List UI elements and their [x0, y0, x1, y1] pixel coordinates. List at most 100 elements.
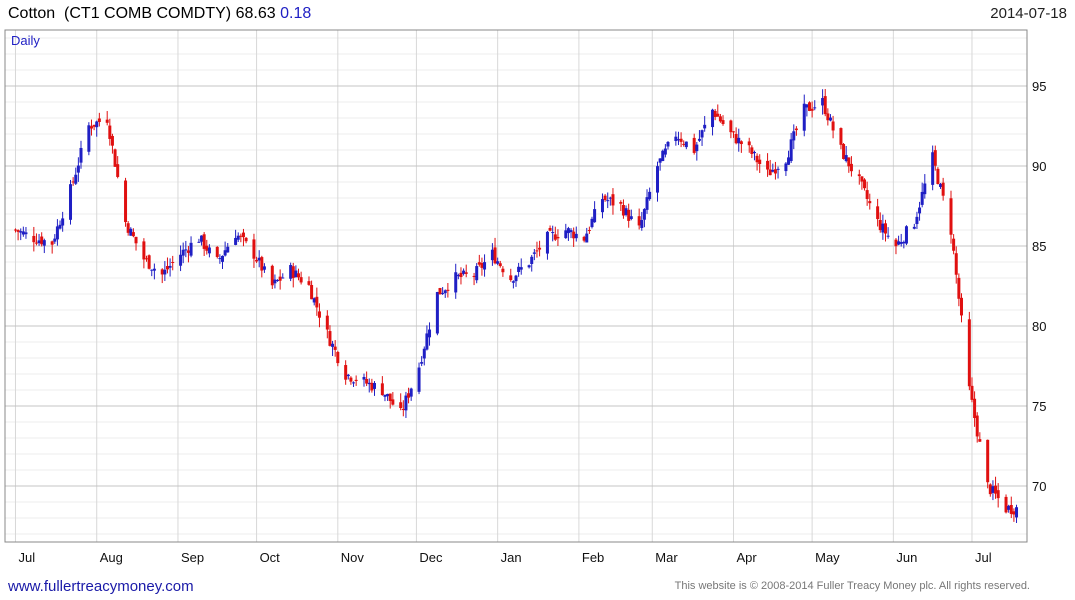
candle-body	[435, 292, 439, 334]
candle-body	[828, 117, 832, 121]
candle-body	[619, 202, 623, 204]
candle-body	[490, 249, 494, 261]
candle-body	[428, 329, 432, 338]
candle-body	[794, 128, 798, 131]
candle-body	[221, 255, 225, 262]
y-tick-label: 85	[1032, 239, 1046, 254]
candle-body	[959, 297, 963, 316]
candle-body	[645, 197, 649, 210]
period-label: Daily	[11, 33, 40, 48]
candle-body	[676, 139, 680, 141]
x-tick-label: Aug	[100, 550, 123, 565]
candle-body	[967, 319, 971, 387]
candle-body	[312, 298, 316, 303]
x-tick-label: Jan	[501, 550, 522, 565]
x-tick-label: Nov	[341, 550, 365, 565]
candle-body	[821, 98, 825, 106]
candle-body	[328, 331, 332, 346]
candle-body	[954, 253, 958, 275]
candle-body	[260, 257, 264, 271]
candle-body	[142, 241, 146, 260]
x-tick-label: Jul	[975, 550, 992, 565]
candle-body	[902, 241, 906, 244]
candle-body	[24, 232, 28, 235]
candle-body	[545, 231, 549, 254]
candle-body	[438, 288, 442, 295]
candle-body	[784, 163, 788, 172]
candle-body	[165, 266, 169, 270]
candle-body	[556, 236, 560, 239]
candle-body	[661, 150, 665, 162]
candle-body	[480, 263, 484, 268]
candle-body	[787, 157, 791, 165]
candle-body	[325, 315, 329, 330]
candle-body	[519, 267, 523, 270]
candle-body	[241, 232, 245, 238]
candle-body	[150, 269, 154, 271]
candle-body	[1012, 511, 1016, 515]
candle-body	[857, 174, 861, 177]
candle-body	[145, 258, 149, 260]
candle-body	[842, 144, 846, 159]
y-tick-label: 70	[1032, 479, 1046, 494]
candle-body	[417, 367, 421, 392]
candle-body	[876, 206, 880, 220]
candle-body	[310, 284, 314, 300]
candle-body	[296, 273, 300, 278]
candle-body	[252, 239, 256, 259]
candle-body	[223, 250, 227, 256]
candle-body	[61, 218, 65, 226]
candle-body	[346, 374, 350, 377]
candle-body	[936, 168, 940, 184]
candle-body	[991, 486, 995, 493]
candle-body	[847, 157, 851, 167]
candle-body	[443, 290, 447, 294]
candle-body	[682, 143, 686, 145]
candle-body	[278, 276, 282, 281]
candle-body	[773, 169, 777, 174]
candle-body	[663, 148, 667, 155]
candle-body	[399, 402, 403, 409]
candle-body	[454, 272, 458, 293]
candle-body	[587, 230, 591, 232]
candle-body	[108, 125, 112, 139]
candle-body	[234, 237, 238, 245]
candle-body	[695, 144, 699, 152]
candle-body	[802, 103, 806, 131]
candle-body	[918, 207, 922, 214]
candle-body	[1004, 496, 1008, 513]
candle-body	[593, 209, 597, 223]
candle-body	[257, 257, 261, 261]
candle-body	[789, 139, 793, 162]
candle-body	[189, 242, 193, 256]
candle-body	[629, 216, 633, 219]
candle-body	[551, 232, 555, 234]
candle-body	[766, 160, 770, 170]
candle-body	[152, 268, 156, 271]
candle-body	[270, 265, 274, 286]
candle-body	[755, 155, 759, 163]
candle-body	[957, 277, 961, 299]
candle-body	[716, 113, 720, 117]
candle-body	[40, 236, 44, 245]
candle-body	[401, 408, 405, 410]
candle-body	[202, 234, 206, 249]
candle-body	[55, 226, 59, 240]
candle-body	[553, 234, 557, 240]
website-link[interactable]: www.fullertreacymoney.com	[8, 578, 194, 595]
candle-body	[126, 223, 130, 233]
candle-body	[509, 275, 513, 281]
x-tick-label: Jul	[18, 550, 35, 565]
candle-body	[336, 351, 340, 364]
candle-body	[697, 138, 701, 141]
candle-body	[863, 179, 867, 189]
candle-body	[388, 393, 392, 402]
candle-body	[42, 240, 46, 246]
candle-body	[307, 281, 311, 285]
candle-body	[713, 110, 717, 117]
candle-body	[996, 490, 1000, 499]
candle-body	[517, 266, 521, 273]
candle-body	[758, 159, 762, 164]
x-tick-label: Oct	[260, 550, 281, 565]
candle-body	[721, 120, 725, 125]
